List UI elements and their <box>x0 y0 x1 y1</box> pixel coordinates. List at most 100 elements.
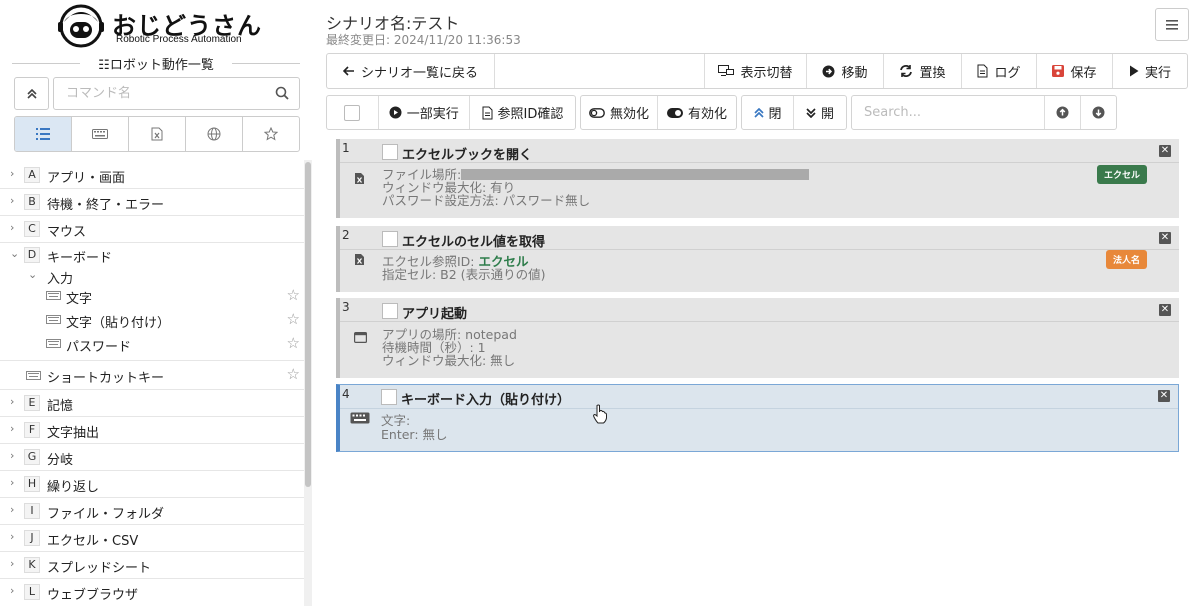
excel-icon <box>355 173 364 184</box>
step-search-input[interactable] <box>852 96 1044 129</box>
scenario-step[interactable]: 3 アプリ起動 ✕ アプリの場所: notepad 待機時間（秒）: 1 ウィン… <box>336 298 1179 378</box>
chevron-right-icon[interactable]: › <box>10 503 14 516</box>
tree-category-b[interactable]: › B 待機・終了・エラー <box>0 189 304 216</box>
category-letter: K <box>24 557 40 573</box>
collapse-steps-button[interactable]: 閉 <box>742 96 795 129</box>
keyboard-icon <box>46 315 61 324</box>
chevron-right-icon[interactable]: › <box>10 476 14 489</box>
tree-category-g[interactable]: › G 分岐 <box>0 444 304 471</box>
replace-label: 置換 <box>919 65 946 81</box>
star-icon[interactable]: ☆ <box>287 365 300 383</box>
collapse-all-button[interactable] <box>14 77 49 110</box>
command-item-text[interactable]: 文字 <box>66 288 92 307</box>
partial-run-button[interactable]: 一部実行 <box>379 96 470 129</box>
toggle-view-button[interactable]: 表示切替 <box>704 54 806 88</box>
tree-category-l[interactable]: › L ウェブブラウザ <box>0 579 304 606</box>
replace-button[interactable]: 置換 <box>883 54 961 88</box>
double-chevron-down-icon <box>806 107 816 118</box>
search-prev-button[interactable] <box>1044 96 1080 129</box>
chevron-right-icon[interactable]: › <box>10 584 14 597</box>
tree-category-d: ⌄ D キーボード ⌄ 入力 文字 ☆ 文字（貼り付け） ☆ パスワード ☆ <box>0 243 304 361</box>
chevron-right-icon[interactable]: › <box>10 530 14 543</box>
category-letter: B <box>24 194 40 210</box>
subcategory-label[interactable]: 入力 <box>47 268 73 287</box>
tree-category-j[interactable]: › J エクセル・CSV <box>0 525 304 552</box>
command-item-password[interactable]: パスワード <box>66 336 131 355</box>
chevron-right-icon[interactable]: › <box>10 395 14 408</box>
close-icon[interactable]: ✕ <box>1159 145 1171 157</box>
search-icon[interactable] <box>275 86 289 100</box>
category-label: 文字抽出 <box>47 426 100 441</box>
tree-item-shortcut-key[interactable]: ショートカットキー ☆ <box>0 361 304 390</box>
tree-category-a[interactable]: › A アプリ・画面 <box>0 162 304 189</box>
command-search-field[interactable] <box>53 77 300 110</box>
tab-favorites[interactable] <box>243 117 299 151</box>
close-icon[interactable]: ✕ <box>1159 232 1171 244</box>
star-icon[interactable]: ☆ <box>287 334 300 352</box>
window-icon <box>354 332 367 343</box>
expand-steps-button[interactable]: 開 <box>794 96 846 129</box>
enable-disable-group: 無効化 有効化 <box>580 95 737 130</box>
hand-pointer-cursor-icon <box>593 404 607 424</box>
tree-category-c[interactable]: › C マウス <box>0 216 304 243</box>
enable-button[interactable]: 有効化 <box>658 96 736 129</box>
step-checkbox[interactable] <box>382 144 398 160</box>
chevron-right-icon[interactable]: › <box>10 194 14 207</box>
scenario-step[interactable]: 2 エクセルのセル値を取得 ✕ エクセル参照ID: エクセル 指定セル: B2 … <box>336 226 1179 292</box>
step-checkbox[interactable] <box>382 303 398 319</box>
move-button[interactable]: 移動 <box>806 54 883 88</box>
tree-category-i[interactable]: › I ファイル・フォルダ <box>0 498 304 525</box>
last-modified-date: 最終変更日: 2024/11/20 11:36:53 <box>326 33 521 47</box>
chevron-right-icon[interactable]: › <box>10 557 14 570</box>
category-letter: I <box>24 503 40 519</box>
robot-face-logo-icon <box>58 4 104 48</box>
save-button[interactable]: 保存 <box>1036 54 1112 88</box>
category-letter: J <box>24 530 40 546</box>
tree-category-e[interactable]: › E 記憶 <box>0 390 304 417</box>
category-label[interactable]: キーボード <box>47 247 112 266</box>
chevron-right-icon[interactable]: › <box>10 221 14 234</box>
log-label: ログ <box>994 65 1021 81</box>
scenario-step[interactable]: 1 エクセルブックを開く ✕ ファイル場所: ウィンドウ最大化: 有り パスワー… <box>336 139 1179 218</box>
log-button[interactable]: ログ <box>961 54 1036 88</box>
tree-category-k[interactable]: › K スプレッドシート <box>0 552 304 579</box>
tab-web[interactable] <box>186 117 243 151</box>
chevron-right-icon[interactable]: › <box>10 422 14 435</box>
command-tree: › A アプリ・画面 › B 待機・終了・エラー › C マウス ⌄ D キーボ… <box>0 160 304 606</box>
hamburger-icon <box>1166 19 1178 30</box>
star-icon[interactable]: ☆ <box>287 310 300 328</box>
close-icon[interactable]: ✕ <box>1159 304 1171 316</box>
step-checkbox[interactable] <box>381 389 397 405</box>
command-item-text-paste[interactable]: 文字（貼り付け） <box>66 312 170 331</box>
back-to-scenario-list-button[interactable]: シナリオ一覧に戻る <box>327 54 495 88</box>
scenario-step-selected[interactable]: 4 キーボード入力（貼り付け） ✕ 文字: Enter: 無し <box>336 384 1179 452</box>
disable-button[interactable]: 無効化 <box>581 96 659 129</box>
tab-excel[interactable] <box>129 117 186 151</box>
arrow-up-circle-icon <box>1056 106 1069 119</box>
scrollbar-thumb[interactable] <box>305 162 311 487</box>
step-checkbox[interactable] <box>382 231 398 247</box>
chevron-right-icon[interactable]: › <box>10 167 14 180</box>
star-icon[interactable]: ☆ <box>287 286 300 304</box>
sidebar-scrollbar[interactable] <box>304 160 312 606</box>
tab-keyboard[interactable] <box>72 117 129 151</box>
command-search-input[interactable] <box>54 78 254 109</box>
search-next-button[interactable] <box>1080 96 1116 129</box>
hamburger-menu-button[interactable] <box>1155 8 1189 41</box>
chevron-right-icon[interactable]: › <box>10 449 14 462</box>
category-label: エクセル・CSV <box>47 534 139 549</box>
chevron-down-icon[interactable]: ⌄ <box>10 247 19 260</box>
tree-category-f[interactable]: › F 文字抽出 <box>0 417 304 444</box>
run-button[interactable]: 実行 <box>1112 54 1187 88</box>
ref-id-check-button[interactable]: 参照ID確認 <box>470 96 575 129</box>
category-label: 記憶 <box>47 399 74 414</box>
select-all-checkbox[interactable] <box>327 96 379 129</box>
chevron-down-icon[interactable]: ⌄ <box>28 268 37 281</box>
tree-category-h[interactable]: › H 繰り返し <box>0 471 304 498</box>
checkbox[interactable] <box>344 104 361 121</box>
tab-list[interactable] <box>15 117 72 151</box>
close-icon[interactable]: ✕ <box>1158 390 1170 402</box>
arrow-down-circle-icon <box>1092 106 1105 119</box>
play-circle-icon <box>389 106 402 119</box>
